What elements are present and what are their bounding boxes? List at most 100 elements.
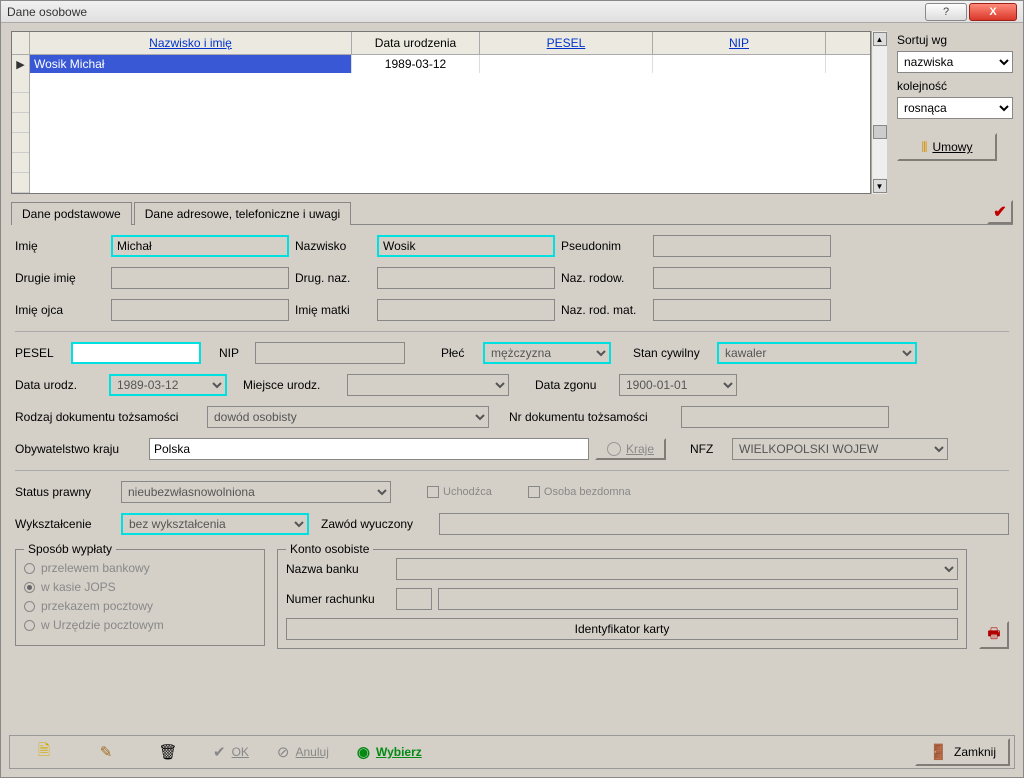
- tab-address[interactable]: Dane adresowe, telefoniczne i uwagi: [134, 202, 351, 225]
- delete-button[interactable]: 🗑: [138, 738, 198, 766]
- naz-rodow-field[interactable]: [653, 267, 831, 289]
- imie-field[interactable]: [111, 235, 289, 257]
- contracts-icon: ⫴: [922, 139, 928, 156]
- pseudonim-label: Pseudonim: [561, 239, 647, 253]
- titlebar: Dane osobowe ? X: [1, 1, 1023, 23]
- kraje-button[interactable]: Kraje: [595, 438, 666, 460]
- rodzaj-dok-select[interactable]: dowód osobisty: [207, 406, 489, 428]
- stan-select[interactable]: kawaler: [717, 342, 917, 364]
- data-zgonu-select[interactable]: 1900-01-01: [619, 374, 737, 396]
- nfz-label: NFZ: [690, 442, 726, 456]
- scroll-down-icon[interactable]: ▼: [873, 179, 887, 193]
- drugie-imie-field[interactable]: [111, 267, 289, 289]
- imie-matki-field[interactable]: [377, 299, 555, 321]
- bezdomna-checkbox[interactable]: Osoba bezdomna: [528, 486, 631, 498]
- door-icon: 🚪: [929, 743, 948, 761]
- col-nip[interactable]: NIP: [653, 32, 826, 54]
- pay-opt4[interactable]: w Urzędzie pocztowym: [24, 618, 256, 632]
- persons-grid[interactable]: Nazwisko i imię Data urodzenia PESEL NIP…: [11, 31, 871, 194]
- order-label: kolejność: [897, 79, 1013, 93]
- card-id-button[interactable]: Identyfikator karty: [286, 618, 958, 640]
- bottom-toolbar: 🗎 ✎ 🗑 ✔OK ⊘Anuluj ◉Wybierz 🚪Zamknij: [9, 735, 1015, 769]
- edit-button[interactable]: ✎: [76, 738, 136, 766]
- status-select[interactable]: nieubezwłasnowolniona: [121, 481, 391, 503]
- drug-naz-label: Drug. naz.: [295, 271, 371, 285]
- wyksztalcenie-select[interactable]: bez wykształcenia: [121, 513, 309, 535]
- uchodzca-checkbox[interactable]: Uchodźca: [427, 486, 492, 498]
- zawod-label: Zawód wyuczony: [321, 517, 433, 531]
- zawod-field[interactable]: [439, 513, 1009, 535]
- edit-icon: ✎: [100, 743, 113, 761]
- pesel-label: PESEL: [15, 346, 65, 360]
- col-dob[interactable]: Data urodzenia: [352, 32, 480, 54]
- account-legend: Konto osobiste: [286, 542, 373, 556]
- sortby-select[interactable]: nazwiska: [897, 51, 1013, 73]
- printer-icon: 🖶: [987, 623, 1000, 647]
- data-zgonu-label: Data zgonu: [535, 378, 613, 392]
- pseudonim-field[interactable]: [653, 235, 831, 257]
- pay-opt3[interactable]: przekazem pocztowy: [24, 599, 256, 613]
- tab-basic[interactable]: Dane podstawowe: [11, 202, 132, 225]
- acct-prefix-field[interactable]: [396, 588, 432, 610]
- new-button[interactable]: 🗎: [14, 738, 74, 766]
- obywatelstwo-field[interactable]: [149, 438, 589, 460]
- drug-naz-field[interactable]: [377, 267, 555, 289]
- nr-dok-field[interactable]: [681, 406, 889, 428]
- close-window-button[interactable]: X: [969, 3, 1017, 21]
- acct-label: Numer rachunku: [286, 592, 390, 606]
- acct-number-field[interactable]: [438, 588, 958, 610]
- order-select[interactable]: rosnąca: [897, 97, 1013, 119]
- ok-button[interactable]: ✔OK: [200, 738, 262, 766]
- imie-label: Imię: [15, 239, 105, 253]
- data-urodz-select[interactable]: 1989-03-12: [109, 374, 227, 396]
- cell-name[interactable]: Wosik Michał: [30, 55, 352, 73]
- trash-icon: 🗑: [158, 743, 177, 761]
- scroll-up-icon[interactable]: ▲: [873, 32, 887, 46]
- print-button[interactable]: 🖶: [979, 621, 1009, 649]
- globe-icon: [607, 442, 621, 456]
- miejsce-urodz-label: Miejsce urodz.: [243, 378, 341, 392]
- pay-opt2[interactable]: w kasie JOPS: [24, 580, 256, 594]
- nfz-select[interactable]: WIELKOPOLSKI WOJEW: [732, 438, 948, 460]
- naz-rod-mat-label: Naz. rod. mat.: [561, 303, 647, 317]
- wybierz-button[interactable]: ◉Wybierz: [344, 738, 435, 766]
- naz-rod-mat-field[interactable]: [653, 299, 831, 321]
- table-row[interactable]: ▶ Wosik Michał 1989-03-12: [12, 55, 870, 73]
- window-title: Dane osobowe: [7, 5, 925, 19]
- validate-button[interactable]: ✔: [987, 200, 1013, 224]
- imie-ojca-label: Imię ojca: [15, 303, 105, 317]
- row-selector-header: [12, 32, 30, 54]
- col-name[interactable]: Nazwisko i imię: [30, 32, 352, 54]
- new-doc-icon: 🗎: [38, 740, 50, 765]
- scroll-thumb[interactable]: [873, 125, 887, 139]
- nazwisko-field[interactable]: [377, 235, 555, 257]
- imie-ojca-field[interactable]: [111, 299, 289, 321]
- nazwisko-label: Nazwisko: [295, 239, 371, 253]
- nr-dok-label: Nr dokumentu tożsamości: [509, 410, 675, 424]
- cell-nip[interactable]: [653, 55, 826, 73]
- status-label: Status prawny: [15, 485, 115, 499]
- miejsce-urodz-select[interactable]: [347, 374, 509, 396]
- drugie-imie-label: Drugie imię: [15, 271, 105, 285]
- cell-dob[interactable]: 1989-03-12: [352, 55, 480, 73]
- umowy-button[interactable]: ⫴ Umowy: [897, 133, 997, 161]
- cell-pesel[interactable]: [480, 55, 653, 73]
- bank-label: Nazwa banku: [286, 562, 390, 576]
- bank-select[interactable]: [396, 558, 958, 580]
- pesel-field[interactable]: [71, 342, 201, 364]
- data-urodz-label: Data urodz.: [15, 378, 103, 392]
- plec-select[interactable]: mężczyzna: [483, 342, 611, 364]
- obywatelstwo-label: Obywatelstwo kraju: [15, 442, 143, 456]
- row-indicator-icon: ▶: [12, 55, 30, 73]
- target-icon: ◉: [357, 743, 370, 761]
- help-button[interactable]: ?: [925, 3, 967, 21]
- imie-matki-label: Imię matki: [295, 303, 371, 317]
- cancel-icon: ⊘: [277, 743, 290, 761]
- col-pesel[interactable]: PESEL: [480, 32, 653, 54]
- zamknij-button[interactable]: 🚪Zamknij: [915, 738, 1010, 766]
- nip-field[interactable]: [255, 342, 405, 364]
- plec-label: Płeć: [441, 346, 477, 360]
- anuluj-button[interactable]: ⊘Anuluj: [264, 738, 342, 766]
- grid-scrollbar[interactable]: ▲ ▼: [871, 31, 887, 194]
- pay-opt1[interactable]: przelewem bankowy: [24, 561, 256, 575]
